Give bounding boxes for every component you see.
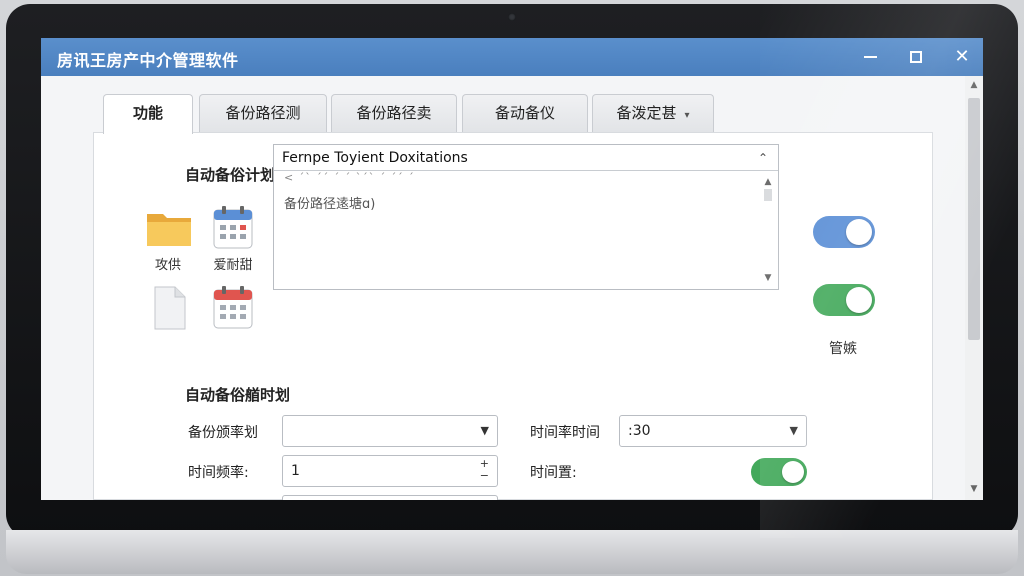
chevron-up-icon[interactable]: ⌃: [758, 145, 768, 171]
chevron-down-icon: ▼: [480, 424, 489, 437]
monitor-chin: [6, 530, 1018, 574]
tab-backup-path-sell[interactable]: 备份路径卖: [331, 94, 457, 132]
tab-backup-path-test[interactable]: 备份路径测: [199, 94, 327, 132]
window-title: 房讯王房产中介管理软件: [57, 51, 239, 70]
close-button[interactable]: ✕: [939, 38, 983, 76]
time-rate-label: 时间率时间: [530, 425, 600, 441]
list-scroll-thumb[interactable]: [764, 189, 772, 201]
list-item[interactable]: 备份路径逺塘ɑ): [284, 193, 375, 212]
tab-more[interactable]: 备泼定甚 ▾: [592, 94, 714, 132]
minimize-button[interactable]: [847, 38, 893, 76]
toggle-green[interactable]: [813, 284, 875, 316]
tab-label: 备泼定甚: [616, 104, 677, 122]
app-window: 房讯王房产中介管理软件 ✕ 功能 备份路径测 备份路径卖 备动备仪 备泼定甚 ▾ …: [41, 38, 983, 500]
settings-section-title: 自动备俗艏时划: [185, 386, 291, 404]
toggle-knob: [846, 287, 872, 313]
list-ghost-text: < ˊˋ ˊˊ ˊ ˊ ˋˊˋ ˊ ˊˊ ˊ: [284, 171, 415, 184]
time-frequency-spinner[interactable]: 1 + −: [282, 455, 498, 487]
toggle-label: 管嫉: [829, 341, 857, 357]
scroll-up-icon[interactable]: ▲: [965, 80, 983, 90]
tab-label: 备份路径卖: [356, 104, 432, 122]
backup-frequency-select[interactable]: ▼: [282, 415, 498, 447]
scroll-down-icon[interactable]: ▼: [762, 273, 774, 283]
tab-label: 备动备仪: [494, 104, 555, 122]
calendar-red-button[interactable]: [203, 284, 263, 334]
time-setting-label: 时间置:: [530, 465, 577, 481]
window-scrollbar[interactable]: ▲ ▼: [965, 76, 983, 500]
calendar-icon: [213, 206, 253, 249]
close-icon: ✕: [954, 46, 970, 67]
window-scroll-thumb[interactable]: [968, 98, 980, 340]
time-frequency-label: 时间频率:: [188, 465, 249, 481]
toggle-knob: [846, 219, 872, 245]
time-setting-toggle[interactable]: [751, 458, 807, 486]
maximize-icon: [910, 51, 922, 63]
backup-schedule-list[interactable]: Fernpe Toyient Doxitations ⌃ < ˊˋ ˊˊ ˊ ˊ…: [273, 144, 779, 290]
next-row-field[interactable]: [282, 495, 498, 500]
title-bar: 房讯王房产中介管理软件 ✕: [41, 38, 983, 76]
maximize-button[interactable]: [893, 38, 939, 76]
list-scrollbar[interactable]: ▲ ▼: [762, 177, 774, 285]
time-rate-value: :30: [628, 423, 651, 439]
tab-function[interactable]: 功能: [103, 94, 193, 134]
list-header[interactable]: Fernpe Toyient Doxitations ⌃: [274, 145, 778, 171]
tab-label: 功能: [132, 104, 163, 122]
scroll-up-icon[interactable]: ▲: [762, 177, 774, 187]
backup-frequency-label: 备份颁率划: [188, 425, 258, 441]
calendar-label: 爱耐甜: [213, 258, 253, 273]
list-header-text: Fernpe Toyient Doxitations: [282, 150, 468, 166]
folder-label: 攻供: [154, 258, 181, 273]
document-icon: [154, 286, 186, 330]
chevron-down-icon: ▼: [789, 424, 798, 437]
time-rate-select[interactable]: :30 ▼: [619, 415, 807, 447]
toggle-knob: [782, 461, 804, 483]
time-frequency-value: 1: [291, 463, 300, 479]
document-button[interactable]: [139, 284, 199, 336]
chevron-down-icon: ▾: [684, 110, 690, 121]
folder-button[interactable]: [139, 206, 199, 254]
calendar-red-icon: [213, 286, 253, 329]
scroll-down-icon[interactable]: ▼: [965, 484, 983, 494]
calendar-button[interactable]: [203, 204, 263, 254]
folder-icon: [147, 214, 191, 246]
webcam: [508, 13, 516, 21]
tab-auto-backup[interactable]: 备动备仪: [462, 94, 588, 132]
tab-label: 备份路径测: [225, 104, 301, 122]
toggle-blue[interactable]: [813, 216, 875, 248]
minimize-icon: [863, 56, 877, 58]
spinner-arrows-icon[interactable]: + −: [480, 458, 489, 482]
